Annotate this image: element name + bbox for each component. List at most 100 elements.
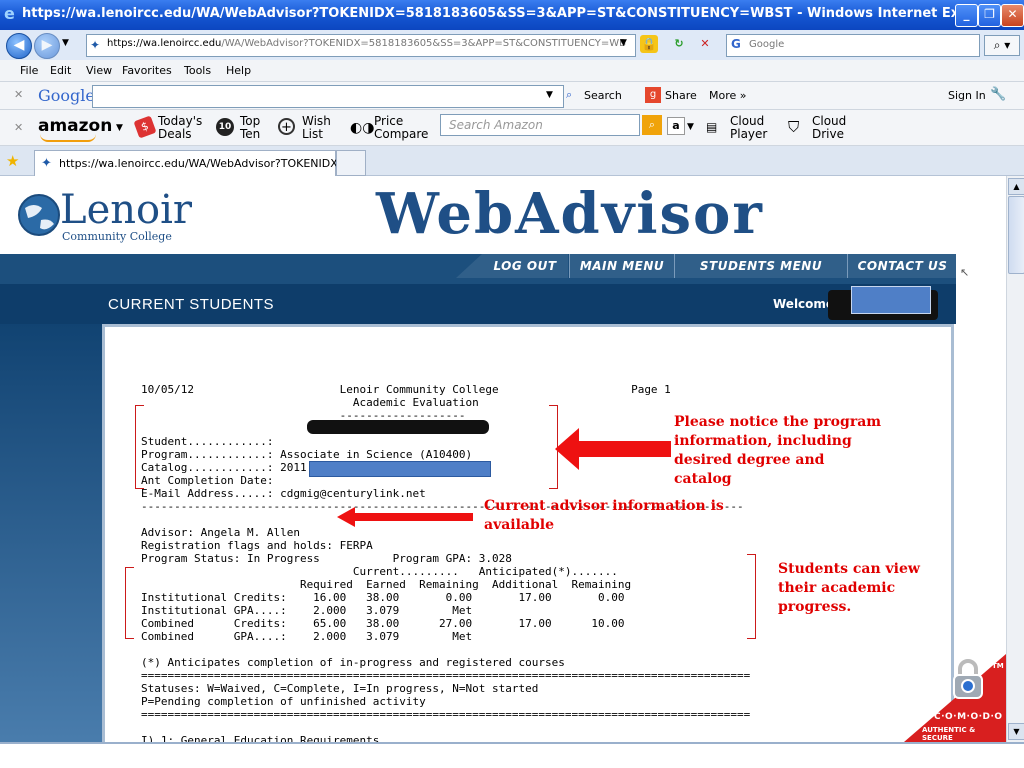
report-line: ========================================… [141, 669, 751, 682]
close-toolbar-icon[interactable]: ✕ [14, 88, 23, 101]
wish-list-line2[interactable]: List [302, 128, 323, 140]
cloud-player-line2[interactable]: Player [730, 128, 767, 140]
scroll-up-arrow-icon[interactable]: ▲ [1008, 178, 1024, 195]
amazon-a-icon[interactable]: a [667, 117, 685, 135]
google-search-input[interactable] [92, 85, 564, 108]
google-search-button[interactable]: Search [584, 89, 622, 102]
redacted-completion-date [309, 461, 491, 477]
report-line: Institutional GPA....: 2.000 3.079 Met [141, 604, 473, 617]
section-band: CURRENT STUDENTS Welcome [0, 284, 956, 324]
section-title: CURRENT STUDENTS [108, 296, 275, 313]
address-dropdown-icon[interactable]: ▼ [620, 38, 627, 48]
progress-bracket-right [747, 554, 756, 639]
comodo-badge[interactable]: TM C·O·M·O·D·O AUTHENTIC & SECURE [904, 654, 1006, 742]
amazon-search-icon[interactable]: ⌕ [642, 115, 662, 135]
amazon-dropdown-icon[interactable]: ▼ [116, 123, 123, 133]
report-line: Academic Evaluation [141, 396, 479, 409]
google-search-icon: ⌕ [566, 88, 573, 101]
search-placeholder: Google [749, 39, 785, 50]
browser-tab[interactable]: ✦ https://wa.lenoircc.edu/WA/WebAdvisor?… [34, 150, 357, 176]
amazon-toolbar: ✕ amazon ▼ $ Today's Deals 10 Top Ten + … [0, 110, 1024, 146]
share-icon: g [645, 87, 661, 103]
progress-annotation: Students can view their academic progres… [778, 561, 920, 615]
padlock-icon [953, 659, 983, 699]
main-menu-link[interactable]: MAIN MENU [569, 254, 674, 278]
google-search-dropdown-icon[interactable]: ▼ [546, 90, 553, 100]
search-go-button[interactable]: ⌕ ▾ [984, 35, 1020, 56]
deals-tag-icon: $ [133, 115, 157, 139]
report-line [141, 721, 750, 734]
advisor-arrow-icon [337, 507, 473, 527]
back-button[interactable]: ◀ [6, 33, 32, 59]
amazon-search-input[interactable]: Search Amazon [440, 114, 640, 136]
address-field[interactable]: ✦ https://wa.lenoircc.edu/WA/WebAdvisor?… [86, 34, 636, 57]
contact-us-link[interactable]: CONTACT US [847, 254, 957, 278]
left-decorative-panel [0, 324, 102, 742]
welcome-text: Welcome [773, 297, 835, 311]
menu-help[interactable]: Help [226, 64, 251, 77]
nav-tab-slant [456, 254, 482, 278]
top-ten-line2[interactable]: Ten [240, 128, 260, 140]
status-area [0, 742, 1024, 768]
report-line [141, 643, 750, 656]
top-ten-line1[interactable]: Top [240, 115, 260, 127]
college-logo-name: Lenoir [60, 187, 192, 233]
more-button[interactable]: More » [709, 89, 747, 102]
google-g-icon: G [731, 37, 741, 51]
report-line: P=Pending completion of unfinished activ… [141, 695, 426, 708]
cloud-player-line1[interactable]: Cloud [730, 115, 764, 127]
wish-list-plus-icon: + [278, 118, 295, 135]
new-tab-button[interactable] [336, 150, 366, 176]
progress-bracket-left [125, 567, 134, 639]
menu-tools[interactable]: Tools [184, 64, 211, 77]
share-button[interactable]: Share [665, 89, 697, 102]
menu-favorites[interactable]: Favorites [122, 64, 172, 77]
url-path: /WA/WebAdvisor?TOKENIDX=5818183605&SS=3&… [221, 38, 626, 49]
maximize-button[interactable]: ❐ [978, 4, 1001, 27]
globe-logo-icon [18, 194, 60, 236]
report-line: Required Earned Remaining Additional Rem… [141, 578, 632, 591]
google-toolbar: ✕ Google ▼ ⌕ Search g Share More » Sign … [0, 82, 1024, 110]
refresh-icon[interactable]: ↻ [670, 35, 688, 53]
wish-list-line1[interactable]: Wish [302, 115, 331, 127]
stop-icon[interactable]: ✕ [696, 35, 714, 53]
amazon-smile-icon [40, 134, 96, 142]
todays-deals-line2[interactable]: Deals [158, 128, 192, 140]
log-out-link[interactable]: LOG OUT [482, 254, 568, 278]
sign-in-link[interactable]: Sign In [948, 89, 986, 102]
menu-file[interactable]: File [20, 64, 38, 77]
scrollbar-thumb[interactable] [1008, 196, 1024, 274]
menu-edit[interactable]: Edit [50, 64, 71, 77]
report-line: Combined GPA....: 2.000 3.079 Met [141, 630, 473, 643]
close-button[interactable]: ✕ [1001, 4, 1024, 27]
advisor-annotation: Current advisor information is available [484, 498, 724, 533]
report-line: Statuses: W=Waived, C=Complete, I=In pro… [141, 682, 539, 695]
vertical-scrollbar[interactable]: ▲ ▼ [1006, 176, 1024, 742]
price-compare-line1[interactable]: Price [374, 115, 403, 127]
menu-view[interactable]: View [86, 64, 112, 77]
scroll-down-arrow-icon[interactable]: ▼ [1008, 723, 1024, 740]
comodo-caption: AUTHENTIC & SECURE [922, 726, 976, 742]
cloud-drive-line1[interactable]: Cloud [812, 115, 846, 127]
page-viewport: Lenoir Community College WebAdvisor LOG … [0, 176, 1006, 742]
todays-deals-line1[interactable]: Today's [158, 115, 202, 127]
amazon-logo: amazon [38, 116, 113, 136]
amazon-a-dropdown-icon[interactable]: ▼ [687, 122, 694, 132]
students-menu-link[interactable]: STUDENTS MENU [674, 254, 847, 278]
cloud-drive-icon: ⛉ [788, 118, 800, 136]
tab-bar: ★ ✦ https://wa.lenoircc.edu/WA/WebAdviso… [0, 146, 1024, 176]
forward-button[interactable]: ▶ [34, 33, 60, 59]
report-line: Program Status: In Progress Program GPA:… [141, 552, 512, 565]
lock-icon[interactable]: 🔒 [640, 35, 658, 53]
cloud-drive-line2[interactable]: Drive [812, 128, 844, 140]
price-compare-line2[interactable]: Compare [374, 128, 428, 140]
minimize-button[interactable]: _ [955, 4, 978, 27]
history-dropdown-icon[interactable]: ▼ [62, 38, 69, 48]
wrench-icon[interactable]: 🔧 [990, 87, 1006, 102]
browser-search-input[interactable]: G Google [726, 34, 980, 57]
program-bracket-left [135, 405, 144, 489]
close-amazon-toolbar-icon[interactable]: ✕ [14, 121, 23, 134]
college-logo-subtitle: Community College [62, 230, 172, 243]
favorites-star-icon[interactable]: ★ [6, 152, 19, 170]
webadvisor-banner: WebAdvisor [376, 181, 764, 247]
